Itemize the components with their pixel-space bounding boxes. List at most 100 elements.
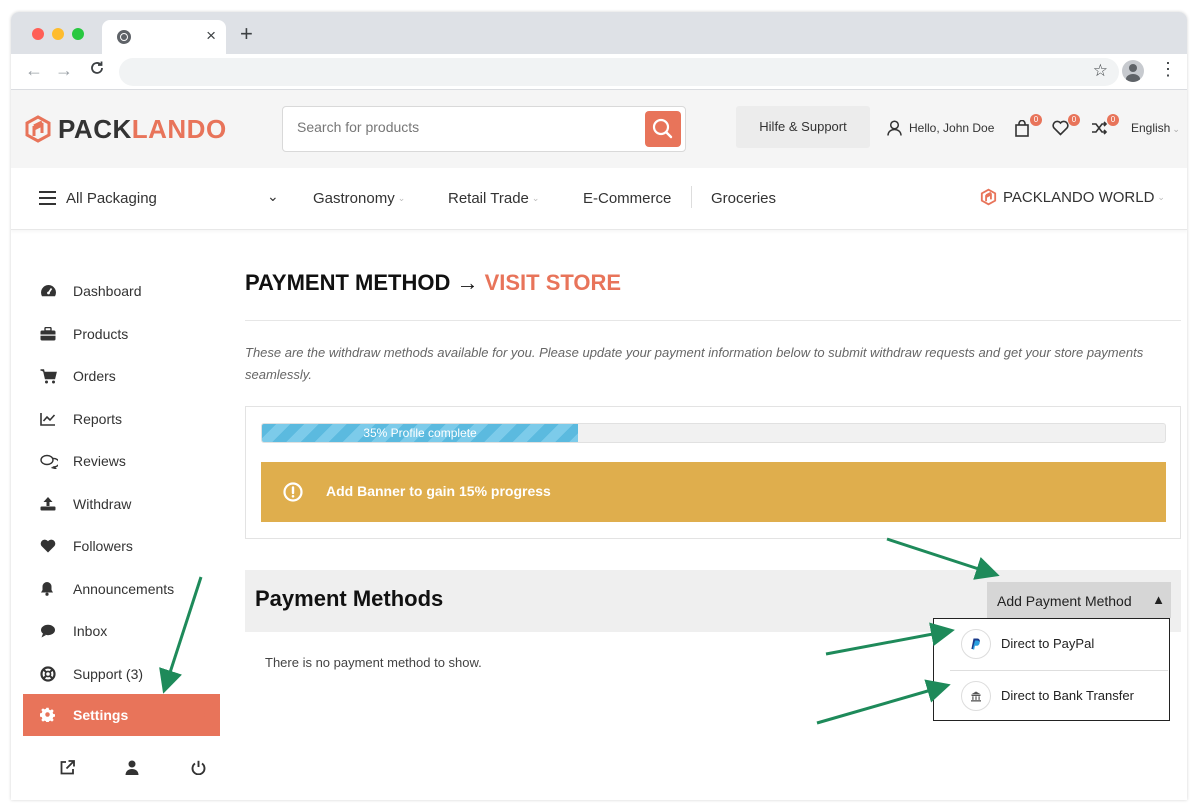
packlando-logo[interactable]: PACKLANDO [24, 114, 227, 144]
profile-avatar-icon[interactable] [1122, 60, 1144, 82]
all-packaging-menu[interactable]: All Packaging [66, 190, 157, 207]
profile-progress-fill: 35% Profile complete [262, 424, 579, 442]
browser-tab[interactable]: × [102, 20, 226, 54]
sidebar-item-label: Products [73, 325, 129, 342]
nav-item-e-commerce[interactable]: E-Commerce [583, 190, 671, 207]
empty-payment-methods-message: There is no payment method to show. [265, 655, 482, 670]
chevron-down-icon: ⌄ [531, 193, 540, 203]
logo-text-pack: PACK [58, 114, 132, 144]
cart-button[interactable]: 0 [1014, 114, 1042, 140]
dropdown-item-label: Direct to PayPal [1001, 636, 1095, 651]
packlando-world-menu[interactable]: PACKLANDO WORLD ⌄ [980, 188, 1165, 206]
vendor-sidebar: Dashboard Products Orders Reports Review… [23, 270, 223, 776]
logout-button[interactable] [191, 760, 206, 780]
profile-completion-panel: 35% Profile complete Add Banner to gain … [245, 406, 1181, 539]
nav-item-label: Retail Trade [448, 190, 529, 207]
line-chart-icon [40, 412, 56, 426]
sidebar-item-announcements[interactable]: Announcements [23, 568, 223, 611]
browser-tab-bar: × + [11, 12, 1187, 54]
nav-item-retail-trade[interactable]: Retail Trade ⌄ [448, 190, 539, 207]
user-icon [887, 120, 902, 136]
bell-icon [41, 582, 53, 597]
hamburger-menu-icon[interactable] [39, 191, 56, 205]
gear-icon [40, 707, 55, 722]
visit-store-link[interactable]: VISIT STORE [485, 270, 622, 295]
upload-icon [40, 497, 56, 511]
add-banner-notice[interactable]: Add Banner to gain 15% progress [261, 462, 1166, 522]
sidebar-item-withdraw[interactable]: Withdraw [23, 483, 223, 526]
forward-arrow-icon[interactable]: → [55, 60, 73, 80]
add-payment-method-button[interactable]: Add Payment Method ▲ [987, 582, 1171, 618]
sidebar-item-label: Reports [73, 410, 123, 427]
maximize-window-button[interactable] [72, 28, 84, 40]
sidebar-item-label: Settings [73, 707, 129, 723]
paypal-icon [961, 629, 991, 659]
address-bar[interactable]: ☆ [119, 58, 1119, 86]
new-tab-button[interactable]: + [240, 23, 253, 45]
nav-divider [691, 186, 692, 208]
sidebar-item-orders[interactable]: Orders [23, 355, 223, 398]
minimize-window-button[interactable] [52, 28, 64, 40]
language-selector[interactable]: English ⌄ [1131, 121, 1180, 135]
sidebar-item-products[interactable]: Products [23, 313, 223, 356]
paypal-logo-svg [971, 638, 980, 650]
page-title: PAYMENT METHOD → VISIT STORE [245, 270, 621, 296]
close-window-button[interactable] [32, 28, 44, 40]
compare-count-badge: 0 [1107, 114, 1119, 126]
search-button[interactable] [645, 111, 681, 147]
packlando-world-label: PACKLANDO WORLD [1003, 188, 1155, 206]
user-greeting: Hello, John Doe [909, 121, 995, 135]
sidebar-item-label: Support (3) [73, 665, 144, 682]
sidebar-item-reports[interactable]: Reports [23, 398, 223, 441]
nav-item-label: Gastronomy [313, 190, 395, 207]
chevron-down-icon: ⌄ [1157, 191, 1165, 202]
browser-menu-icon[interactable]: ⋮ [1159, 60, 1177, 78]
dropdown-item-paypal[interactable]: Direct to PayPal [934, 619, 1169, 670]
sidebar-item-label: Followers [73, 538, 133, 555]
external-link-button[interactable] [60, 760, 75, 780]
user-solid-icon [125, 760, 139, 775]
wishlist-button[interactable]: 0 [1052, 114, 1080, 140]
sidebar-item-label: Orders [73, 368, 116, 385]
user-account-link[interactable]: Hello, John Doe [887, 120, 994, 136]
search-box [282, 106, 686, 152]
sidebar-item-support[interactable]: Support (3) [23, 653, 223, 696]
sidebar-item-reviews[interactable]: Reviews [23, 440, 223, 483]
search-icon [652, 118, 673, 139]
chevron-down-icon[interactable]: ⌄ [267, 188, 279, 205]
chevron-down-icon: ⌄ [397, 193, 406, 203]
wishlist-count-badge: 0 [1068, 114, 1080, 126]
bookmark-star-icon[interactable]: ☆ [1093, 61, 1108, 81]
add-payment-method-dropdown: Direct to PayPal Direct to Bank Transfer [933, 618, 1170, 721]
search-input[interactable] [297, 119, 627, 135]
dashboard-icon [41, 284, 56, 296]
browser-toolbar: ← → ☆ ⋮ [11, 54, 1187, 90]
sidebar-item-label: Reviews [73, 453, 126, 470]
dropdown-item-bank-transfer[interactable]: Direct to Bank Transfer [934, 671, 1169, 722]
compare-button[interactable]: 0 [1091, 114, 1119, 140]
nav-item-groceries[interactable]: Groceries [711, 190, 776, 207]
cart-icon [40, 369, 57, 384]
logo-text-lando: LANDO [131, 114, 227, 144]
sidebar-item-followers[interactable]: Followers [23, 525, 223, 568]
sidebar-item-inbox[interactable]: Inbox [23, 610, 223, 653]
sidebar-item-label: Inbox [73, 623, 108, 640]
profile-progress-bar: 35% Profile complete [261, 423, 1166, 443]
external-link-icon [60, 760, 75, 775]
payment-method-description: These are the withdraw methods available… [245, 345, 1144, 382]
help-support-button[interactable]: Hilfe & Support [736, 106, 870, 148]
tab-close-icon[interactable]: × [206, 27, 216, 45]
nav-item-gastronomy[interactable]: Gastronomy ⌄ [313, 190, 405, 207]
back-arrow-icon[interactable]: ← [25, 60, 43, 80]
sidebar-item-dashboard[interactable]: Dashboard [23, 270, 223, 313]
reload-icon-svg [91, 61, 103, 74]
shuffle-icon [1092, 121, 1108, 135]
sidebar-item-settings[interactable]: Settings [23, 694, 220, 736]
profile-button[interactable] [125, 760, 139, 780]
title-divider [245, 320, 1181, 321]
heart-icon [40, 539, 56, 553]
shopping-bag-icon [1015, 119, 1029, 137]
reload-icon[interactable] [89, 60, 105, 80]
chrome-icon [117, 30, 131, 44]
lifebuoy-icon [40, 666, 56, 682]
